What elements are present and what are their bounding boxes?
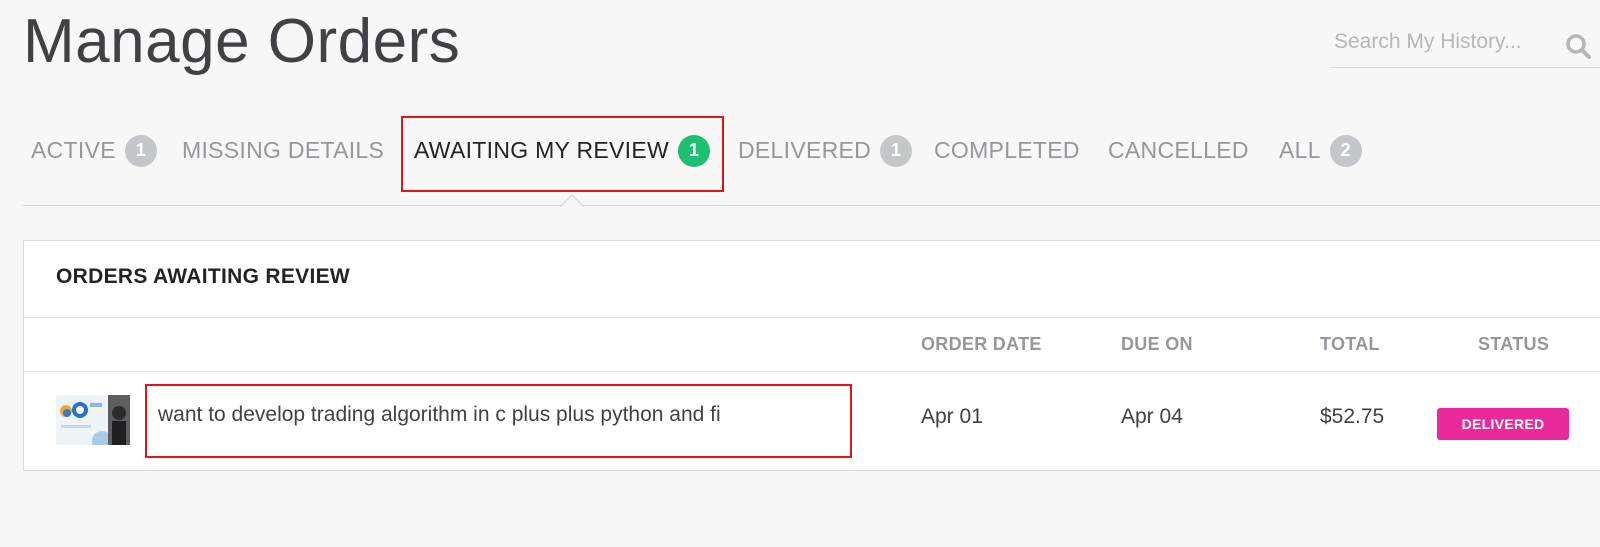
due-on-cell: Apr 04 — [1121, 405, 1183, 428]
tab-count-badge: 1 — [880, 134, 913, 167]
tab-label: ACTIVE — [31, 137, 116, 163]
tab-active[interactable]: ACTIVE 1 — [31, 110, 157, 191]
tab-awaiting-my-review[interactable]: AWAITING MY REVIEW 1 — [414, 110, 711, 191]
divider — [24, 371, 1600, 372]
divider — [24, 317, 1600, 318]
gig-thumbnail[interactable] — [56, 395, 130, 445]
total-cell: $52.75 — [1320, 405, 1385, 428]
tab-missing-details[interactable]: MISSING DETAILS — [182, 110, 384, 191]
tab-count-badge: 1 — [124, 134, 157, 167]
orders-card: ORDERS AWAITING REVIEW ORDER DATE DUE ON… — [23, 240, 1600, 471]
manage-orders-page: Manage Orders ACTIVE 1 MISSING DETAILS A… — [0, 0, 1600, 547]
tab-all[interactable]: ALL 2 — [1279, 110, 1362, 191]
search-input[interactable] — [1330, 22, 1560, 62]
caret-up-icon — [560, 193, 584, 207]
tab-label: AWAITING MY REVIEW — [414, 137, 670, 163]
search-box — [1330, 22, 1600, 68]
order-gig-title[interactable]: want to develop trading algorithm in c p… — [158, 403, 721, 427]
order-status-tabs: ACTIVE 1 MISSING DETAILS AWAITING MY REV… — [23, 110, 1600, 207]
column-header-total: TOTAL — [1320, 334, 1380, 354]
column-header-order-date: ORDER DATE — [921, 334, 1042, 354]
tab-completed[interactable]: COMPLETED — [934, 110, 1080, 191]
status-badge: DELIVERED — [1437, 408, 1569, 440]
column-header-status: STATUS — [1478, 334, 1550, 354]
tab-label: DELIVERED — [738, 137, 872, 163]
tab-delivered[interactable]: DELIVERED 1 — [738, 110, 913, 191]
tab-count-badge: 1 — [678, 134, 711, 167]
tab-cancelled[interactable]: CANCELLED — [1108, 110, 1249, 191]
tab-label: ALL — [1279, 137, 1321, 163]
column-header-due-on: DUE ON — [1121, 334, 1193, 354]
tab-label: COMPLETED — [934, 137, 1080, 163]
tab-label: CANCELLED — [1108, 137, 1249, 163]
tab-count-badge: 2 — [1329, 134, 1362, 167]
tab-label: MISSING DETAILS — [182, 137, 385, 163]
order-date-cell: Apr 01 — [921, 405, 983, 428]
search-icon[interactable] — [1564, 32, 1592, 60]
page-title: Manage Orders — [23, 7, 461, 76]
section-title: ORDERS AWAITING REVIEW — [56, 265, 351, 288]
